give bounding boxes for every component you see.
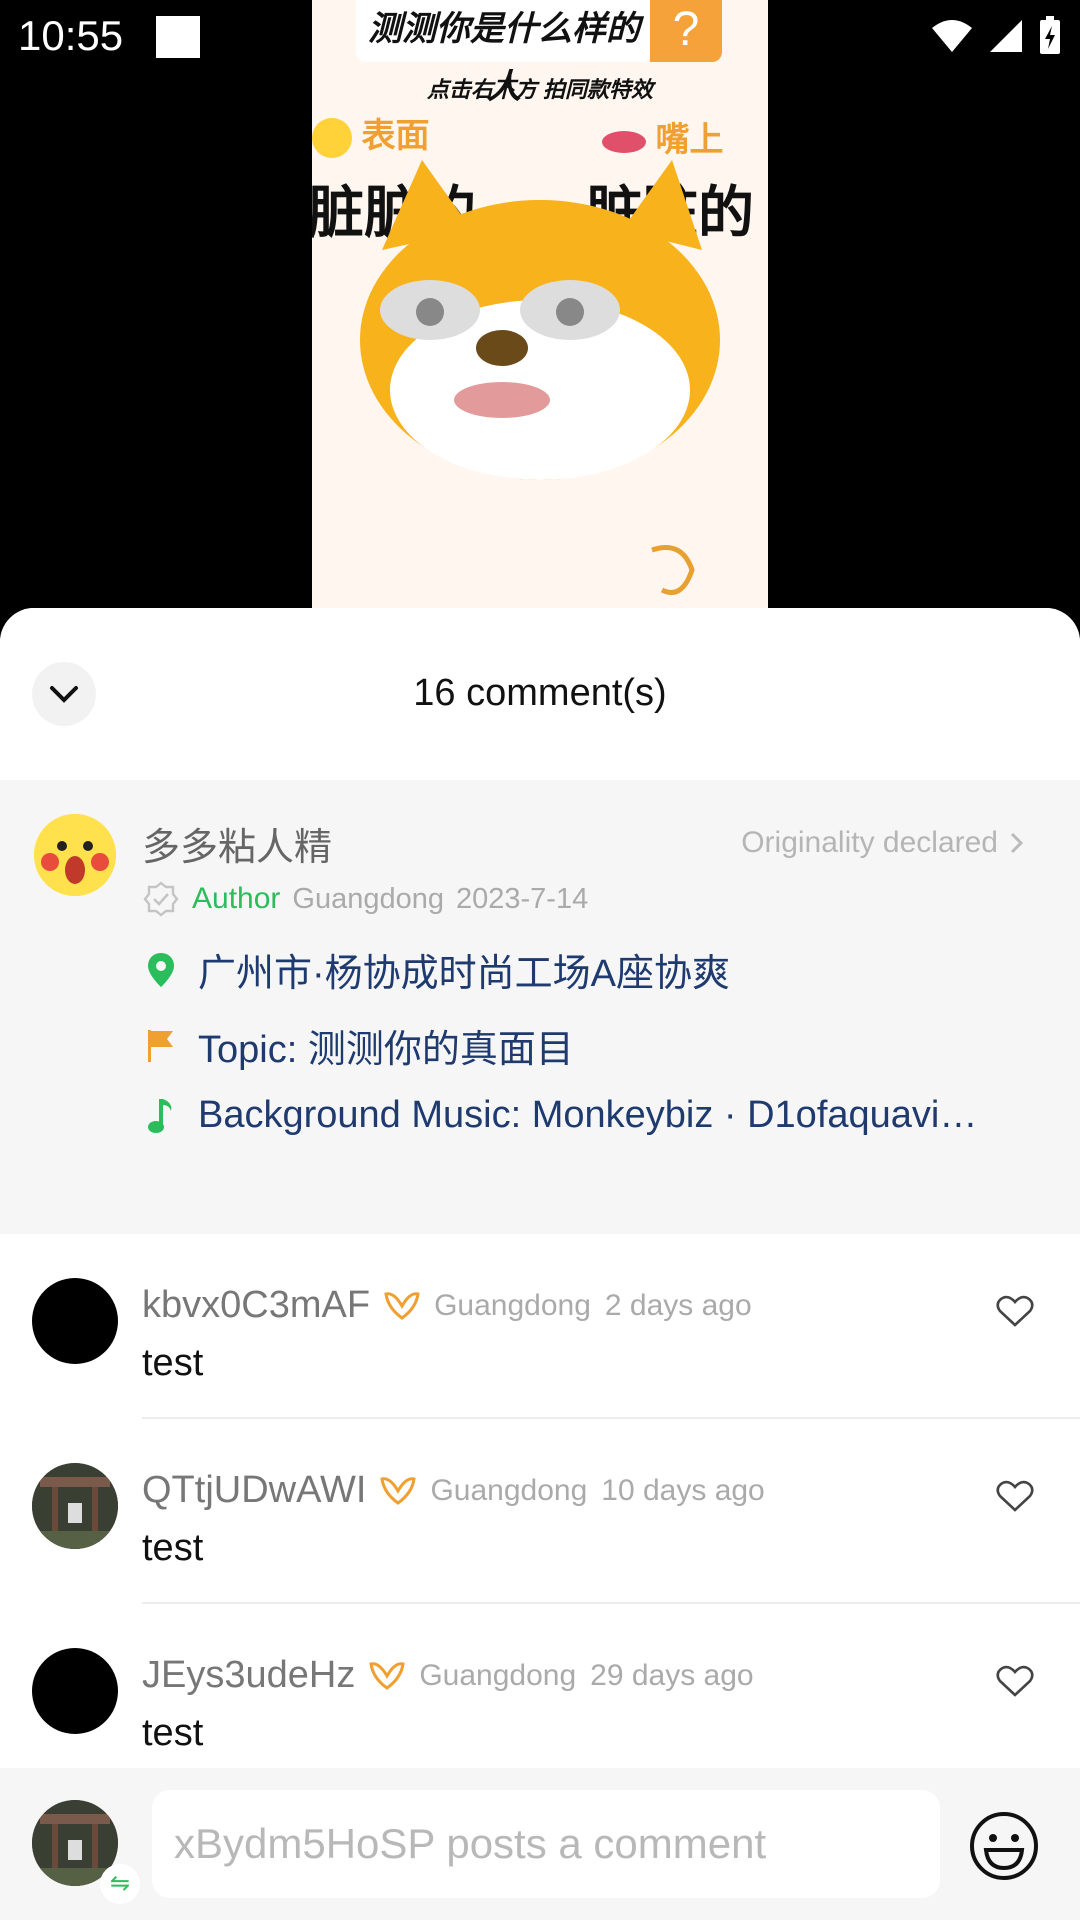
topic-row[interactable]: Topic: 测测你的真面目 xyxy=(142,1018,574,1073)
status-icons xyxy=(930,16,1062,56)
originality-label: Originality declared xyxy=(741,826,998,859)
comment-username[interactable]: JEys3udeHz xyxy=(142,1654,355,1697)
badge-icon xyxy=(380,1476,417,1505)
status-bar: 10:55 xyxy=(0,0,1080,74)
notification-icon xyxy=(156,16,200,58)
avatar[interactable] xyxy=(32,1648,118,1734)
badge-icon xyxy=(369,1661,406,1690)
sheet-header: 16 comment(s) xyxy=(0,608,1080,780)
heart-icon xyxy=(996,1295,1034,1327)
heart-icon xyxy=(996,1480,1034,1512)
badge-icon xyxy=(384,1291,420,1320)
like-button[interactable] xyxy=(996,1664,1034,1703)
comment-input-bar: ⇋ xyxy=(0,1768,1080,1920)
comment-region: Guangdong xyxy=(430,1473,588,1507)
battery-icon xyxy=(1040,16,1060,54)
comment-item: JEys3udeHz Guangdong 29 days ago test xyxy=(0,1604,1080,1789)
comment-item: kbvx0C3mAF Guangdong 2 days ago test xyxy=(0,1234,1080,1419)
heart-icon xyxy=(996,1665,1034,1697)
comment-time: 10 days ago xyxy=(601,1473,765,1507)
topic-flag-icon xyxy=(142,1027,180,1065)
comment-username[interactable]: kbvx0C3mAF xyxy=(142,1284,370,1327)
author-card: 多多粘人精 Originality declared Author Guangd… xyxy=(0,780,1080,1234)
switch-account-icon[interactable]: ⇋ xyxy=(100,1864,140,1904)
music-note-icon xyxy=(142,1097,180,1135)
author-region: Guangdong xyxy=(292,882,444,915)
author-meta: Author Guangdong 2023-7-14 xyxy=(142,880,588,918)
avatar[interactable] xyxy=(32,1278,118,1364)
comment-count-title: 16 comment(s) xyxy=(413,672,667,714)
verified-icon xyxy=(143,881,179,917)
comment-item: QTtjUDwAWI Guangdong 10 days ago test xyxy=(0,1419,1080,1604)
comment-header: kbvx0C3mAF Guangdong 2 days ago xyxy=(142,1284,752,1327)
comment-time: 29 days ago xyxy=(590,1658,754,1692)
author-name[interactable]: 多多粘人精 xyxy=(142,816,332,871)
author-date: 2023-7-14 xyxy=(455,882,589,915)
video-preview[interactable]: 测测你是什么样的人 ? 点击右下方 拍同款特效 表面 嘴上 脏脏的 脏脏的 xyxy=(312,0,768,620)
comments-sheet: 16 comment(s) 多多粘人精 Originality declared xyxy=(0,608,1080,1920)
like-button[interactable] xyxy=(996,1479,1034,1518)
comment-time: 2 days ago xyxy=(604,1288,752,1322)
status-time: 10:55 xyxy=(18,12,124,59)
temple-photo-image xyxy=(32,1463,118,1549)
location-pin-icon xyxy=(142,951,180,989)
chevron-right-icon xyxy=(1010,832,1024,854)
emoji-button[interactable] xyxy=(968,1810,1040,1882)
avatar[interactable] xyxy=(32,1463,118,1549)
comment-header: QTtjUDwAWI Guangdong 10 days ago xyxy=(142,1469,765,1512)
wifi-icon xyxy=(932,20,972,52)
comment-input[interactable] xyxy=(152,1790,940,1898)
like-button[interactable] xyxy=(996,1294,1034,1333)
author-tag: Author xyxy=(192,882,281,915)
signal-icon xyxy=(990,20,1022,52)
music-text: Background Music: Monkeybiz · D1ofaquavi… xyxy=(198,1094,978,1136)
screen: 10:55 测测你是什么样的人 ? 点击右下方 拍同款特效 表面 嘴上 脏脏的 … xyxy=(0,0,1080,1920)
topic-text: Topic: 测测你的真面目 xyxy=(198,1029,574,1071)
location-text: 广州市·杨协成时尚工场A座协爽 xyxy=(198,953,731,995)
comment-text: test xyxy=(142,1342,204,1384)
cat-face-illustration xyxy=(360,160,720,595)
comment-header: JEys3udeHz Guangdong 29 days ago xyxy=(142,1654,754,1697)
pikachu-avatar-image xyxy=(34,814,116,896)
comment-region: Guangdong xyxy=(434,1288,591,1322)
location-row[interactable]: 广州市·杨协成时尚工场A座协爽 xyxy=(142,942,730,997)
comment-text: test xyxy=(142,1527,204,1569)
emoji-icon xyxy=(970,1812,1038,1880)
music-row[interactable]: Background Music: Monkeybiz · D1ofaquavi… xyxy=(142,1094,977,1137)
author-avatar[interactable] xyxy=(34,814,116,896)
comment-text: test xyxy=(142,1712,204,1754)
comment-region: Guangdong xyxy=(419,1658,577,1692)
comment-username[interactable]: QTtjUDwAWI xyxy=(142,1469,366,1512)
originality-declared-link[interactable]: Originality declared xyxy=(741,826,1024,860)
